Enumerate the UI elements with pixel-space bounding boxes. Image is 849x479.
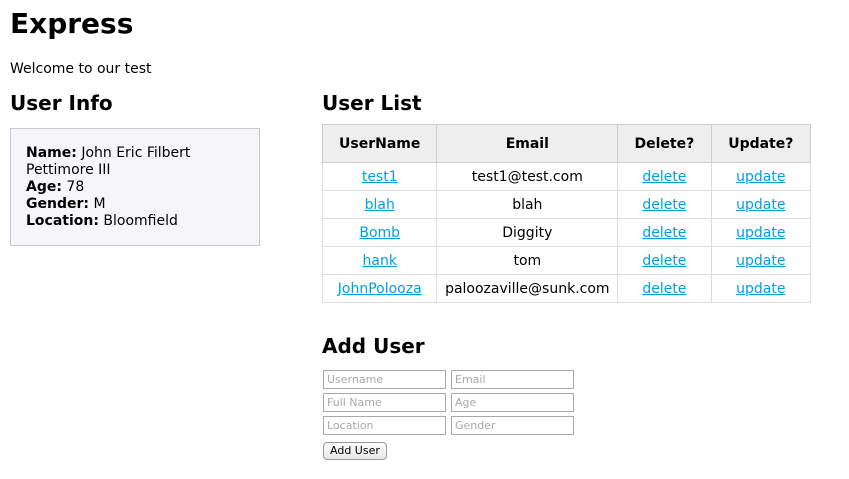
- location-input[interactable]: [323, 416, 446, 435]
- welcome-text: Welcome to our test: [10, 61, 152, 77]
- user-list-heading: User List: [322, 91, 422, 115]
- page: Express Welcome to our test User Info Na…: [0, 0, 849, 479]
- update-link[interactable]: update: [736, 225, 785, 241]
- username-link[interactable]: JohnPolooza: [338, 281, 422, 297]
- column-header-delete: Delete?: [617, 124, 712, 163]
- cell-update: update: [710, 190, 812, 219]
- age-label: Age:: [26, 179, 62, 195]
- table-row: Bomb Diggity delete update: [321, 218, 812, 247]
- cell-email: tom: [436, 246, 619, 275]
- add-user-button[interactable]: Add User: [323, 442, 387, 460]
- delete-link[interactable]: delete: [642, 169, 686, 185]
- cell-email: paloozaville@sunk.com: [436, 274, 619, 303]
- table-header-row: UserName Email Delete? Update?: [321, 124, 812, 163]
- column-header-update: Update?: [710, 124, 812, 163]
- add-user-heading: Add User: [322, 334, 425, 358]
- username-link[interactable]: blah: [365, 197, 395, 213]
- cell-username: Bomb: [321, 218, 438, 247]
- form-row: [323, 393, 583, 416]
- username-link[interactable]: hank: [363, 253, 397, 269]
- user-info-gender: Gender: M: [26, 196, 244, 213]
- username-link[interactable]: test1: [362, 169, 398, 185]
- gender-label: Gender:: [26, 196, 89, 212]
- form-row: [323, 370, 583, 393]
- column-header-username: UserName: [321, 124, 438, 163]
- cell-username: hank: [321, 246, 438, 275]
- cell-update: update: [710, 218, 812, 247]
- cell-delete: delete: [617, 190, 712, 219]
- column-header-email: Email: [436, 124, 619, 163]
- location-value: Bloomfield: [103, 213, 178, 229]
- form-row: [323, 416, 583, 439]
- username-input[interactable]: [323, 370, 446, 389]
- user-info-heading: User Info: [10, 91, 113, 115]
- cell-username: test1: [321, 162, 438, 191]
- table-row: JohnPolooza paloozaville@sunk.com delete…: [321, 274, 812, 303]
- delete-link[interactable]: delete: [642, 225, 686, 241]
- user-list-table: UserName Email Delete? Update? test1 tes…: [321, 124, 812, 303]
- cell-email: Diggity: [436, 218, 619, 247]
- age-input[interactable]: [451, 393, 574, 412]
- update-link[interactable]: update: [736, 197, 785, 213]
- cell-delete: delete: [617, 246, 712, 275]
- add-user-form: Add User: [323, 370, 583, 460]
- update-link[interactable]: update: [736, 281, 785, 297]
- cell-delete: delete: [617, 218, 712, 247]
- delete-link[interactable]: delete: [642, 253, 686, 269]
- user-info-age: Age: 78: [26, 179, 244, 196]
- update-link[interactable]: update: [736, 253, 785, 269]
- username-link[interactable]: Bomb: [359, 225, 400, 241]
- cell-delete: delete: [617, 162, 712, 191]
- cell-email: test1@test.com: [436, 162, 619, 191]
- user-info-location: Location: Bloomfield: [26, 213, 244, 230]
- delete-link[interactable]: delete: [642, 197, 686, 213]
- cell-update: update: [710, 274, 812, 303]
- cell-update: update: [710, 246, 812, 275]
- delete-link[interactable]: delete: [642, 281, 686, 297]
- fullname-input[interactable]: [323, 393, 446, 412]
- table-row: blah blah delete update: [321, 190, 812, 219]
- user-info-panel: Name: John Eric Filbert Pettimore III Ag…: [10, 128, 260, 246]
- cell-update: update: [710, 162, 812, 191]
- name-label: Name:: [26, 145, 77, 161]
- user-info-name: Name: John Eric Filbert Pettimore III: [26, 145, 244, 179]
- location-label: Location:: [26, 213, 99, 229]
- gender-input[interactable]: [451, 416, 574, 435]
- app-title: Express: [10, 7, 134, 40]
- cell-username: JohnPolooza: [321, 274, 438, 303]
- age-value: 78: [66, 179, 85, 195]
- cell-delete: delete: [617, 274, 712, 303]
- table-row: test1 test1@test.com delete update: [321, 162, 812, 191]
- update-link[interactable]: update: [736, 169, 785, 185]
- gender-value: M: [93, 196, 106, 212]
- cell-email: blah: [436, 190, 619, 219]
- cell-username: blah: [321, 190, 438, 219]
- table-row: hank tom delete update: [321, 246, 812, 275]
- email-input[interactable]: [451, 370, 574, 389]
